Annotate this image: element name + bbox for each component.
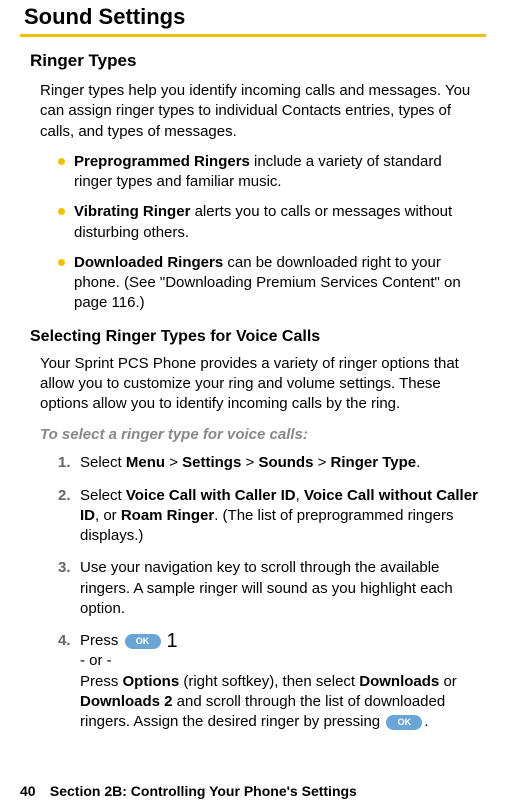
menu-path-settings: Settings <box>182 454 241 471</box>
title-rule <box>20 34 486 37</box>
step-text: (right softkey), then select <box>179 673 359 690</box>
bullet-term: Vibrating Ringer <box>74 203 190 220</box>
step-text: Press <box>80 673 123 690</box>
sep: , <box>296 487 304 504</box>
menu-path-sounds: Sounds <box>258 454 313 471</box>
section-heading: Ringer Types <box>30 51 486 71</box>
step-text-lead: Select <box>80 454 126 471</box>
step-number: 1. <box>58 453 71 473</box>
bullet-item: Downloaded Ringers can be downloaded rig… <box>58 253 478 314</box>
or-separator: - or - <box>80 652 112 669</box>
step-text-lead: Select <box>80 487 126 504</box>
tail: . <box>424 713 428 730</box>
page-title: Sound Settings <box>20 4 486 30</box>
downloads2-option: Downloads 2 <box>80 693 173 710</box>
bullet-item: Preprogrammed Ringers include a variety … <box>58 152 478 193</box>
ok-icon: OK <box>125 634 161 649</box>
tail: . <box>416 454 420 471</box>
ok-icon: OK <box>386 715 422 730</box>
menu-path-menu: Menu <box>126 454 165 471</box>
bullet-term: Preprogrammed Ringers <box>74 153 250 170</box>
page-footer: 40 Section 2B: Controlling Your Phone's … <box>0 783 506 811</box>
footnote-marker: 1 <box>167 630 178 652</box>
step-text: or <box>439 673 457 690</box>
step-3: 3. Use your navigation key to scroll thr… <box>58 558 478 619</box>
page-number: 40 <box>20 783 46 799</box>
document-page: Sound Settings Ringer Types Ringer types… <box>0 0 506 811</box>
sep: > <box>313 454 330 471</box>
intro-paragraph: Ringer types help you identify incoming … <box>40 81 478 142</box>
numbered-list: 1. Select Menu > Settings > Sounds > Rin… <box>58 453 478 732</box>
instruction-line: To select a ringer type for voice calls: <box>40 426 478 443</box>
footer-section-label: Section 2B: Controlling Your Phone's Set… <box>50 783 357 799</box>
sep: > <box>241 454 258 471</box>
option-a: Voice Call with Caller ID <box>126 487 296 504</box>
step-2: 2. Select Voice Call with Caller ID, Voi… <box>58 486 478 547</box>
step-text-press: Press <box>80 632 123 649</box>
sep: , or <box>95 507 121 524</box>
step-number: 2. <box>58 486 71 506</box>
step-number: 4. <box>58 631 71 651</box>
step-number: 3. <box>58 558 71 578</box>
step-text: Use your navigation key to scroll throug… <box>80 559 453 617</box>
subsection-paragraph: Your Sprint PCS Phone provides a variety… <box>40 354 478 415</box>
bullet-list: Preprogrammed Ringers include a variety … <box>58 152 478 314</box>
menu-path-ringer-type: Ringer Type <box>331 454 417 471</box>
step-4: 4. Press OK 1 - or - Press Options (right… <box>58 631 478 732</box>
sep: > <box>165 454 182 471</box>
option-c: Roam Ringer <box>121 507 214 524</box>
bullet-item: Vibrating Ringer alerts you to calls or … <box>58 202 478 243</box>
bullet-term: Downloaded Ringers <box>74 254 223 271</box>
step-1: 1. Select Menu > Settings > Sounds > Rin… <box>58 453 478 473</box>
options-softkey: Options <box>123 673 180 690</box>
downloads-option: Downloads <box>359 673 439 690</box>
subsection-heading: Selecting Ringer Types for Voice Calls <box>30 328 486 346</box>
